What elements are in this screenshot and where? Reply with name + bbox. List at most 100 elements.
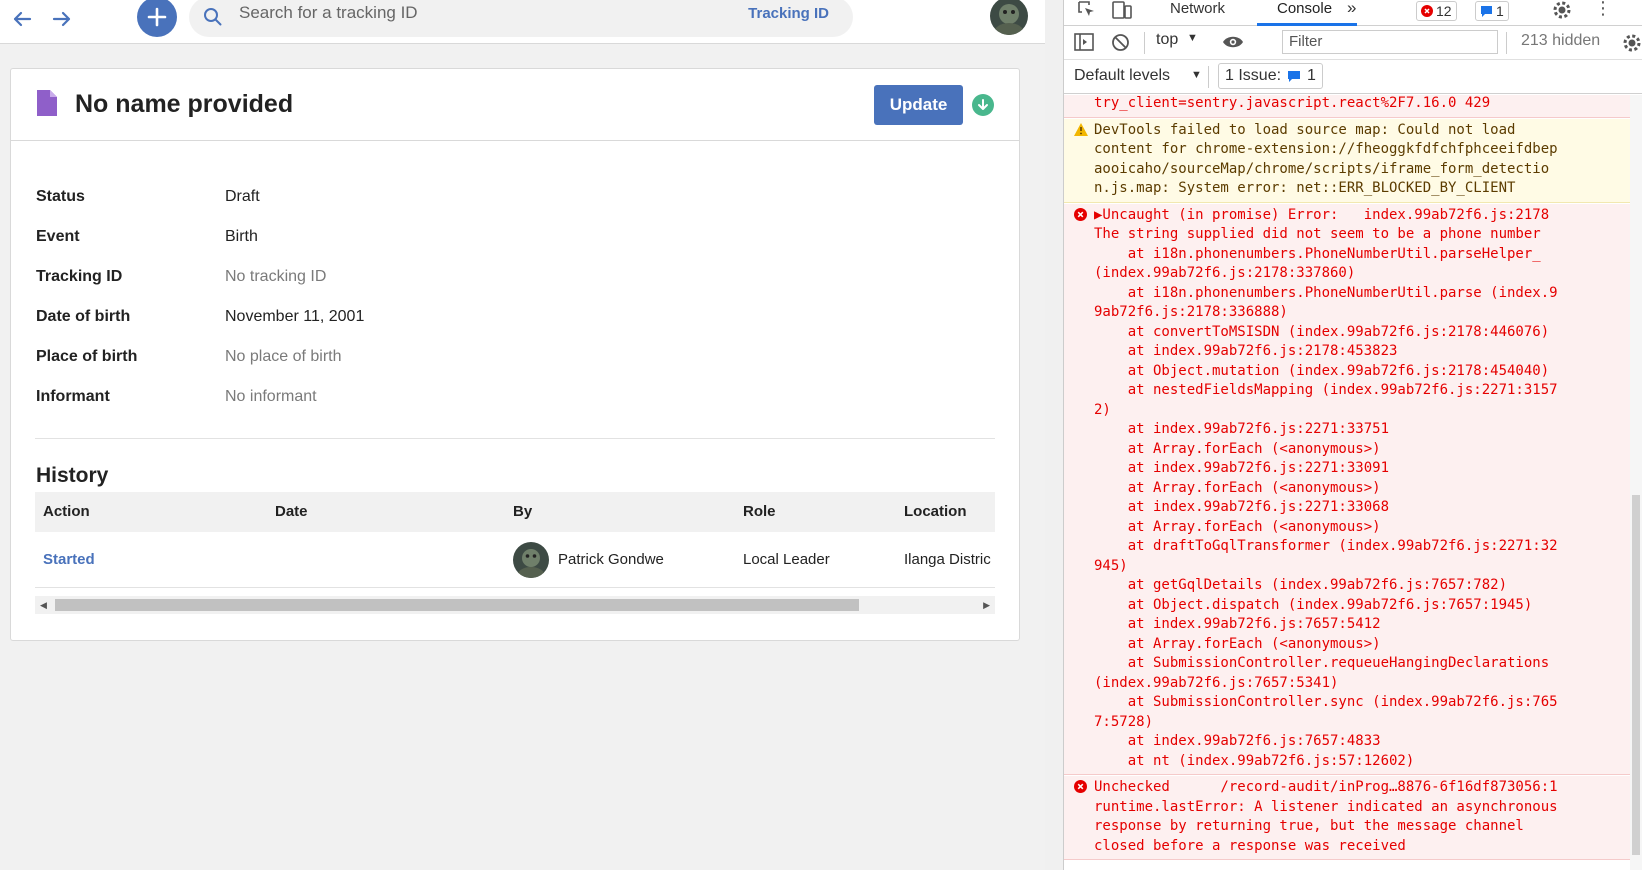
scroll-right-icon[interactable]: ▶ [983, 600, 990, 611]
scrollbar-thumb[interactable] [55, 599, 859, 611]
detail-label: Place of birth [36, 348, 138, 365]
console-line: The string supplied did not seem to be a… [1094, 226, 1541, 242]
tab-network[interactable]: Network [1170, 0, 1225, 17]
table-row: Started Patrick Gondwe Local Leader Ilan… [35, 532, 995, 588]
console-line[interactable]: at nestedFieldsMapping (index.99ab72f6.j… [1094, 381, 1624, 401]
message-icon [1288, 70, 1301, 82]
issues-label: 1 Issue: [1225, 67, 1282, 84]
console-message-text: DevTools failed to load source map: Coul… [1094, 121, 1624, 199]
gear-icon[interactable] [1552, 0, 1572, 20]
console-line[interactable]: at index.99ab72f6.js:2178:453823 [1094, 342, 1624, 362]
console-error: ▶Uncaught (in promise) Error: index.99ab… [1064, 203, 1630, 775]
detail-value: November 11, 2001 [225, 308, 365, 325]
console-output: try_client=sentry.javascript.react%2F7.1… [1064, 95, 1630, 870]
detail-value: No tracking ID [225, 268, 327, 285]
divider [1144, 32, 1145, 54]
console-line[interactable]: content for chrome-extension://fheoggkfd… [1094, 140, 1624, 160]
console-line: at i18n.phonenumbers.PhoneNumberUtil.par… [1094, 245, 1541, 262]
error-icon [1421, 5, 1433, 17]
console-line[interactable]: at index.99ab72f6.js:2271:33091 [1094, 459, 1624, 479]
console-line: DevTools failed to load source map: Coul… [1094, 121, 1516, 138]
eye-icon[interactable] [1222, 35, 1244, 49]
console-warning: DevTools failed to load source map: Coul… [1064, 118, 1630, 203]
console-line[interactable]: at SubmissionController.sync (index.99ab… [1094, 693, 1624, 713]
console-line[interactable]: (index.99ab72f6.js:2178:337860) [1094, 264, 1624, 284]
console-line[interactable]: ▶Uncaught (in promise) Error: index.99ab… [1094, 206, 1624, 226]
divider [35, 438, 995, 439]
console-line: 2) [1094, 401, 1111, 418]
scroll-left-icon[interactable]: ◀ [40, 600, 47, 611]
table-header: Action Date By Role Location [35, 492, 995, 532]
update-button[interactable]: Update [874, 85, 963, 125]
user-name: Patrick Gondwe [558, 551, 664, 568]
new-event-button[interactable] [137, 0, 177, 37]
filter-input[interactable]: Filter [1282, 30, 1498, 54]
vertical-scrollbar[interactable] [1630, 95, 1642, 870]
scrollbar-thumb[interactable] [1632, 495, 1640, 855]
avatar [513, 542, 549, 578]
inspect-element-icon[interactable] [1078, 1, 1096, 19]
plus-icon [147, 7, 167, 27]
message-icon [1481, 6, 1492, 17]
user-avatar[interactable] [990, 0, 1028, 35]
console-line[interactable]: at index.99ab72f6.js:7657:4833 [1094, 732, 1624, 752]
search-bar[interactable]: Search for a tracking ID Tracking ID [189, 0, 853, 37]
more-tabs-icon[interactable]: » [1347, 0, 1356, 18]
context-selector[interactable]: top [1156, 31, 1178, 49]
console-line[interactable]: at Object.mutation (index.99ab72f6.js:21… [1094, 362, 1624, 382]
detail-value: No place of birth [225, 348, 342, 365]
detail-value: Birth [225, 228, 258, 245]
console-line: aooicaho/sourceMap/chrome/scripts/iframe… [1094, 160, 1550, 177]
chevron-down-icon[interactable]: ▼ [1187, 32, 1198, 44]
chevron-down-icon[interactable]: ▼ [1191, 69, 1202, 81]
console-line: at Array.forEach (<anonymous>) [1094, 479, 1381, 496]
console-line: runtime.lastError: A listener indicated … [1094, 798, 1558, 815]
console-line: at Array.forEach (<anonymous>) [1094, 440, 1381, 457]
search-icon [204, 8, 222, 26]
console-line: 7:5728) [1094, 713, 1154, 730]
console-line[interactable]: at getGqlDetails (index.99ab72f6.js:7657… [1094, 576, 1624, 596]
more-options-icon[interactable]: ⋮ [1594, 0, 1612, 19]
action-link[interactable]: Started [43, 551, 95, 568]
column-header-action: Action [43, 503, 90, 520]
device-toggle-icon[interactable] [1112, 1, 1132, 19]
error-count-badge[interactable]: 12 [1416, 1, 1457, 21]
console-line[interactable]: at index.99ab72f6.js:7657:5412 [1094, 615, 1624, 635]
tab-console[interactable]: Console [1277, 0, 1332, 17]
location-cell: Ilanga Distric [904, 551, 991, 568]
console-line[interactable]: at i18n.phonenumbers.PhoneNumberUtil.par… [1094, 284, 1624, 304]
issues-button[interactable]: 1 Issue: 1 [1218, 63, 1323, 89]
console-line: at SubmissionController.requeueHangingDe… [1094, 655, 1550, 671]
horizontal-scrollbar[interactable]: ◀ ▶ [35, 596, 995, 614]
message-count: 1 [1496, 3, 1504, 19]
record-title: No name provided [75, 90, 294, 118]
console-line[interactable]: at convertToMSISDN (index.99ab72f6.js:21… [1094, 323, 1624, 343]
role-cell: Local Leader [743, 551, 830, 568]
message-count-badge[interactable]: 1 [1475, 1, 1509, 21]
detail-value: No informant [225, 388, 317, 405]
search-input[interactable]: Search for a tracking ID [239, 3, 418, 23]
detail-label: Date of birth [36, 308, 131, 325]
console-settings-icon[interactable] [1622, 33, 1642, 53]
download-icon[interactable] [972, 94, 994, 116]
clear-console-icon[interactable] [1111, 33, 1130, 52]
console-line[interactable]: at nt (index.99ab72f6.js:57:12602) [1094, 752, 1624, 772]
console-line[interactable]: at draftToGqlTransformer (index.99ab72f6… [1094, 537, 1624, 557]
console-line[interactable]: Unchecked /record-audit/inProg…8876-6f16… [1094, 778, 1624, 798]
console-line[interactable]: at index.99ab72f6.js:2271:33068 [1094, 498, 1624, 518]
issues-count: 1 [1307, 67, 1316, 84]
console-message-text: Unchecked /record-audit/inProg…8876-6f16… [1094, 778, 1624, 856]
log-levels-dropdown[interactable]: Default levels [1074, 67, 1170, 85]
forward-arrow-icon[interactable] [47, 4, 77, 34]
console-line: at Array.forEach (<anonymous>) [1094, 518, 1381, 535]
back-arrow-icon[interactable] [7, 4, 37, 34]
column-header-date: Date [275, 503, 308, 520]
hidden-count: 213 hidden [1521, 32, 1601, 49]
console-line[interactable]: at index.99ab72f6.js:2271:33751 [1094, 420, 1624, 440]
search-type-selector[interactable]: Tracking ID [748, 5, 829, 22]
console-line: 945) [1094, 557, 1128, 574]
console-line[interactable]: at Object.dispatch (index.99ab72f6.js:76… [1094, 596, 1624, 616]
sidebar-toggle-icon[interactable] [1074, 33, 1094, 51]
console-line[interactable]: (index.99ab72f6.js:7657:5341) [1094, 674, 1624, 694]
history-table: Action Date By Role Location Started Pat… [35, 492, 995, 588]
